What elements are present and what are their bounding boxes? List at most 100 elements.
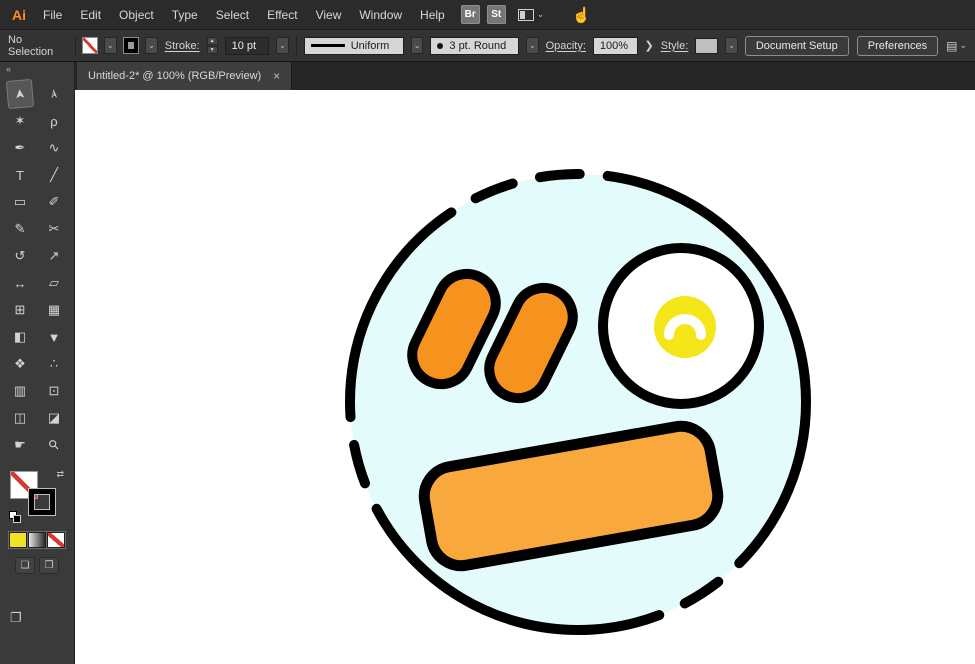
menu-view[interactable]: View xyxy=(307,4,351,26)
brush-thumbnail-icon xyxy=(437,43,443,49)
color-button[interactable] xyxy=(10,533,26,547)
selection-tool[interactable]: ➤ xyxy=(7,80,33,108)
menu-object[interactable]: Object xyxy=(110,4,163,26)
magic-wand-tool[interactable]: ✶ xyxy=(7,109,33,133)
graphic-style-dropdown[interactable]: ⌄ xyxy=(725,37,738,54)
artboard-tool[interactable]: ⊡ xyxy=(41,379,67,403)
preferences-button[interactable]: Preferences xyxy=(857,36,938,56)
brush-definition-combo[interactable]: 3 pt. Round xyxy=(430,37,519,55)
width-tool[interactable]: ↔ xyxy=(7,271,33,295)
chevron-down-icon: ⌄ xyxy=(148,42,155,50)
rectangle-tool[interactable]: ▭ xyxy=(7,190,33,214)
chevron-down-icon: ⌄ xyxy=(728,42,735,50)
chevron-down-icon: ⌄ xyxy=(959,41,967,50)
swap-fill-stroke-icon[interactable]: ⇄ xyxy=(56,469,64,480)
fill-color-dropdown[interactable]: ⌄ xyxy=(104,37,117,54)
gradient-button[interactable] xyxy=(29,533,45,547)
paint-mode-row xyxy=(10,533,64,547)
hand-tool[interactable]: ☛ xyxy=(7,433,33,457)
menu-effect[interactable]: Effect xyxy=(258,4,306,26)
stroke-weight-dropdown[interactable]: ⌄ xyxy=(276,37,289,54)
perspective-grid-tool[interactable]: ⊞ xyxy=(7,298,33,322)
width-profile-dropdown[interactable]: ⌄ xyxy=(411,37,424,54)
eraser-tool[interactable]: ◪ xyxy=(41,406,67,430)
lasso-tool[interactable]: ρ xyxy=(41,109,67,133)
chevron-down-icon: ⌄ xyxy=(414,42,421,50)
pencil-tool[interactable]: ✎ xyxy=(7,217,33,241)
scissors-tool[interactable]: ✂ xyxy=(41,217,67,241)
none-button[interactable] xyxy=(48,533,64,547)
stroke-panel-link[interactable]: Stroke: xyxy=(165,40,200,52)
change-screen-mode-button[interactable]: ❐ xyxy=(8,608,38,628)
width-profile-combo[interactable]: Uniform xyxy=(304,37,404,55)
artboard-canvas[interactable] xyxy=(75,90,975,664)
stroke-weight-field[interactable]: 10 pt xyxy=(225,37,270,55)
brush-definition-value: 3 pt. Round xyxy=(449,40,506,52)
column-graph-tool[interactable]: ▥ xyxy=(7,379,33,403)
symbol-sprayer-tool[interactable]: ∴ xyxy=(41,352,67,376)
blend-tool[interactable]: ❖ xyxy=(7,352,33,376)
curvature-tool[interactable]: ∿ xyxy=(41,136,67,160)
eyedropper-tool[interactable]: ▼ xyxy=(41,325,67,349)
document-tab[interactable]: Untitled-2* @ 100% (RGB/Preview) × xyxy=(77,62,292,90)
type-tool[interactable]: T xyxy=(7,163,33,187)
collapse-dock-icon: « xyxy=(6,64,11,74)
slice-tool[interactable]: ◫ xyxy=(7,406,33,430)
draw-behind-button[interactable]: ❐ xyxy=(39,557,59,574)
menu-bar: Ai File Edit Object Type Select Effect V… xyxy=(0,0,975,30)
control-bar-right: Document Setup Preferences ▤ ⌄ xyxy=(745,36,967,56)
menu-type[interactable]: Type xyxy=(163,4,207,26)
width-profile-value: Uniform xyxy=(351,40,390,52)
tools-panel: « ➤ ➢ ✶ ρ ✒ ∿ T ╱ ▭ ✐ ✎ ✂ ↺ ↗ ↔ ▱ ⊞ ▦ ◧ … xyxy=(0,62,75,664)
stroke-weight-stepper[interactable]: ▲ ▼ xyxy=(207,37,218,54)
stroke-color-dropdown[interactable]: ⌄ xyxy=(145,37,158,54)
style-panel-link[interactable]: Style: xyxy=(661,40,689,52)
align-options-button[interactable]: ▤ ⌄ xyxy=(946,39,967,53)
menu-select[interactable]: Select xyxy=(207,4,258,26)
stock-button[interactable]: St xyxy=(487,5,506,24)
rotate-tool[interactable]: ↺ xyxy=(7,244,33,268)
line-segment-tool[interactable]: ╱ xyxy=(41,163,67,187)
control-bar: No Selection ⌄ ⌄ Stroke: ▲ ▼ 10 pt ⌄ Uni… xyxy=(0,30,975,62)
fill-color-swatch[interactable] xyxy=(83,38,97,53)
stepper-down-icon[interactable]: ▼ xyxy=(207,46,218,54)
align-options-icon: ▤ xyxy=(946,39,957,53)
pen-tool[interactable]: ✒ xyxy=(7,136,33,160)
default-stroke-square xyxy=(13,515,21,523)
default-fill-stroke-icon[interactable] xyxy=(9,511,21,523)
opacity-panel-link[interactable]: Opacity: xyxy=(546,40,586,52)
stepper-up-icon[interactable]: ▲ xyxy=(207,37,218,45)
close-tab-icon[interactable]: × xyxy=(273,69,280,83)
direct-selection-tool[interactable]: ➢ xyxy=(41,80,67,108)
face-circle-shape[interactable] xyxy=(350,174,806,630)
mesh-tool[interactable]: ▦ xyxy=(41,298,67,322)
stroke-indicator[interactable] xyxy=(29,489,55,515)
graphic-style-swatch[interactable] xyxy=(695,38,718,54)
stroke-color-swatch[interactable] xyxy=(124,38,139,53)
menu-help[interactable]: Help xyxy=(411,4,454,26)
opacity-field[interactable]: 100% xyxy=(593,37,638,55)
bridge-button[interactable]: Br xyxy=(461,5,480,24)
free-transform-tool[interactable]: ▱ xyxy=(41,271,67,295)
chevron-down-icon: ⌄ xyxy=(537,10,545,19)
opacity-flyout-icon[interactable]: ❯ xyxy=(645,39,654,52)
chevron-down-icon: ⌄ xyxy=(279,42,286,50)
arrange-documents-icon xyxy=(518,9,534,21)
paintbrush-tool[interactable]: ✐ xyxy=(41,190,67,214)
gradient-tool[interactable]: ◧ xyxy=(7,325,33,349)
collapse-dock-button[interactable]: « xyxy=(0,62,74,78)
document-setup-button[interactable]: Document Setup xyxy=(745,36,849,56)
egg-yolk-shape[interactable] xyxy=(654,296,716,358)
scale-tool[interactable]: ↗ xyxy=(41,244,67,268)
arrange-documents-button[interactable]: ⌄ xyxy=(518,9,545,21)
opacity-value: 100% xyxy=(600,40,628,52)
touch-gesture-icon[interactable]: ☝ xyxy=(572,6,591,24)
brush-definition-dropdown[interactable]: ⌄ xyxy=(526,37,539,54)
menu-file[interactable]: File xyxy=(34,4,71,26)
illustrator-logo: Ai xyxy=(6,5,34,25)
zoom-tool[interactable]: ⚲ xyxy=(36,427,71,462)
draw-normal-button[interactable]: ❏ xyxy=(15,557,35,574)
menu-edit[interactable]: Edit xyxy=(71,4,110,26)
menu-window[interactable]: Window xyxy=(350,4,411,26)
artwork-svg xyxy=(75,90,975,664)
